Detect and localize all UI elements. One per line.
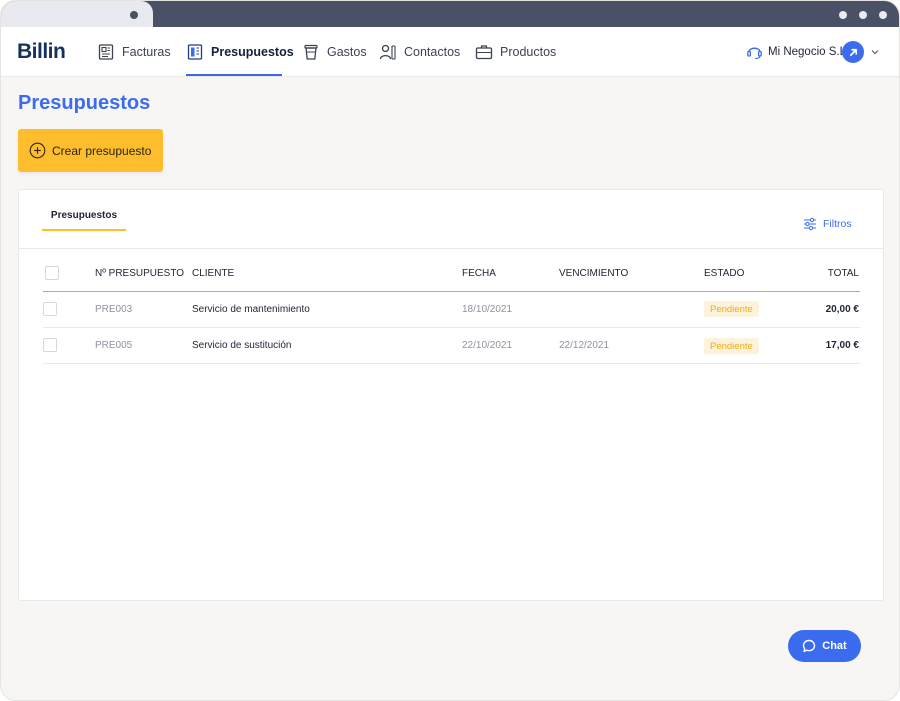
window-dot-icon[interactable] <box>859 11 867 19</box>
window-dot-icon[interactable] <box>839 11 847 19</box>
active-tab-indicator <box>186 74 282 76</box>
column-header-date[interactable]: Fecha <box>462 268 496 279</box>
nav-label: Gastos <box>327 45 367 59</box>
column-header-client[interactable]: Cliente <box>192 268 234 279</box>
quote-date: 18/10/2021 <box>462 304 513 315</box>
contacts-icon <box>379 44 396 60</box>
filters-label: Filtros <box>823 218 852 230</box>
status-badge: Pendiente <box>704 338 759 354</box>
status-badge: Pendiente <box>704 301 759 317</box>
quote-number[interactable]: PRE005 <box>95 340 132 351</box>
nav-label: Facturas <box>122 45 171 59</box>
company-name[interactable]: Mi Negocio S.L. <box>768 46 849 58</box>
nav-label: Presupuestos <box>211 45 294 59</box>
quote-date: 22/10/2021 <box>462 340 513 351</box>
top-navigation: Billin Facturas Presupuestos Gastos Cont… <box>1 27 899 77</box>
chat-bubble-icon <box>803 639 816 653</box>
arrow-up-right-icon <box>849 48 857 56</box>
plus-circle-icon <box>29 142 46 159</box>
chevron-down-icon[interactable] <box>870 47 880 57</box>
panel-divider <box>19 248 883 249</box>
row-checkbox[interactable] <box>43 302 57 316</box>
filters-button[interactable]: Filtros <box>803 217 852 231</box>
chat-button[interactable]: Chat <box>788 630 861 662</box>
row-checkbox[interactable] <box>43 338 57 352</box>
browser-chrome <box>1 1 899 27</box>
quote-total: 20,00 € <box>825 304 859 315</box>
column-header-total[interactable]: Total <box>799 268 859 279</box>
quotes-panel: Presupuestos Filtros Nº presupuesto Clie… <box>18 189 884 601</box>
expense-cup-icon <box>304 44 318 60</box>
row-divider <box>43 327 860 328</box>
row-divider <box>43 363 860 364</box>
quote-due: 22/12/2021 <box>559 340 610 351</box>
support-headset-icon[interactable] <box>746 43 763 60</box>
create-quote-button[interactable]: Crear presupuesto <box>18 129 163 172</box>
nav-item-presupuestos[interactable]: Presupuestos <box>186 27 294 77</box>
company-avatar[interactable] <box>842 41 864 63</box>
quote-client: Servicio de mantenimiento <box>192 304 310 315</box>
filter-sliders-icon <box>804 217 816 231</box>
app-window: Billin Facturas Presupuestos Gastos Cont… <box>0 0 900 701</box>
nav-item-contactos[interactable]: Contactos <box>379 27 460 77</box>
browser-tab[interactable] <box>1 1 153 27</box>
nav-item-gastos[interactable]: Gastos <box>302 27 367 77</box>
tab-dot-icon <box>130 11 138 19</box>
create-quote-label: Crear presupuesto <box>52 143 152 158</box>
quote-number[interactable]: PRE003 <box>95 304 132 315</box>
window-dot-icon[interactable] <box>879 11 887 19</box>
select-all-checkbox[interactable] <box>45 266 59 280</box>
window-controls <box>839 11 887 19</box>
quote-client: Servicio de sustitución <box>192 340 292 351</box>
tab-presupuestos[interactable]: Presupuestos <box>42 210 126 221</box>
column-header-number[interactable]: Nº presupuesto <box>95 268 184 279</box>
nav-label: Productos <box>500 45 557 59</box>
table-header-rule <box>43 291 860 292</box>
chat-label: Chat <box>822 640 847 652</box>
nav-item-facturas[interactable]: Facturas <box>97 27 171 77</box>
column-header-due[interactable]: Vencimiento <box>559 268 628 279</box>
column-header-status[interactable]: Estado <box>704 268 744 279</box>
page-title: Presupuestos <box>18 92 151 114</box>
quote-icon <box>187 44 203 60</box>
nav-item-productos[interactable]: Productos <box>475 27 556 77</box>
nav-label: Contactos <box>404 45 461 59</box>
quote-total: 17,00 € <box>825 340 859 351</box>
app-logo[interactable]: Billin <box>17 40 66 64</box>
invoice-icon <box>98 44 114 60</box>
briefcase-icon <box>475 45 493 60</box>
tab-indicator <box>42 229 126 231</box>
